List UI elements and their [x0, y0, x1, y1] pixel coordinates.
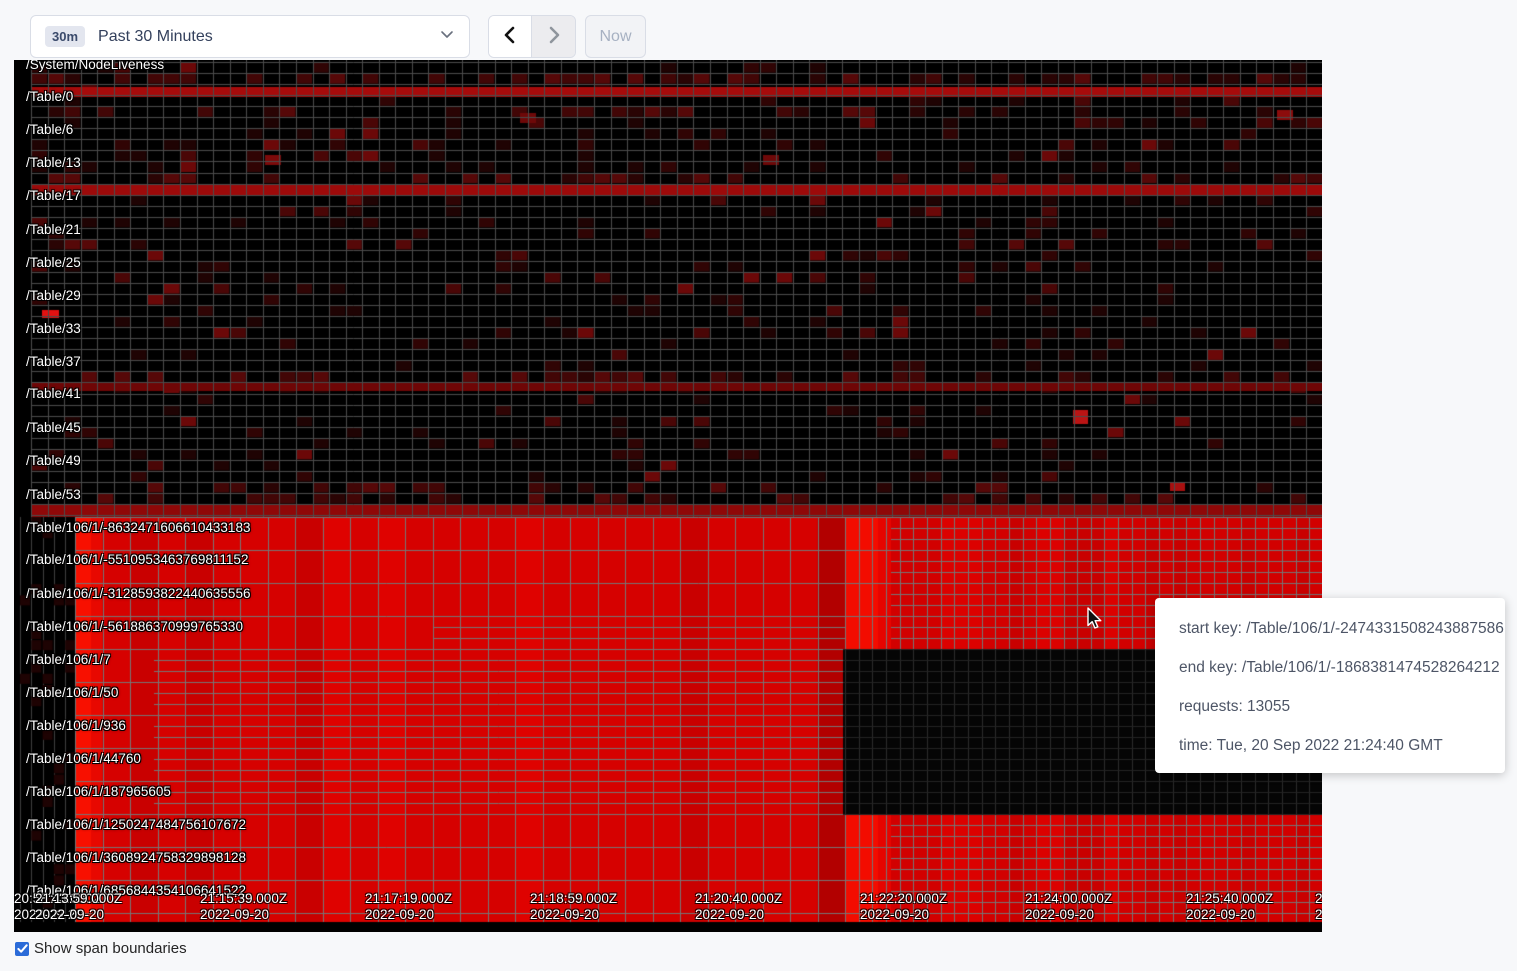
row-label: /Table/106/1/44760 — [26, 751, 141, 766]
row-label: /Table/106/1/-5510953463769811152 — [26, 552, 248, 567]
chevron-right-icon — [545, 25, 563, 48]
tick-time: 21:22:20.000Z — [860, 891, 947, 907]
tick-date: 2022-09-20 — [530, 907, 617, 923]
row-label: /Table/106/1/1250247484756107672 — [26, 817, 246, 832]
hover-tooltip: start key: /Table/106/1/-247433150824388… — [1155, 598, 1505, 773]
row-label: /Table/17 — [26, 188, 81, 203]
time-tick: 21:17:19.000Z2022-09-20 — [365, 891, 452, 923]
row-label: /Table/106/1/7 — [26, 652, 111, 667]
row-label: /Table/106/1/936 — [26, 718, 126, 733]
row-label: /System/NodeLiveness — [26, 60, 164, 72]
chevron-down-icon — [439, 26, 455, 47]
row-label: /Table/106/1/-561886370999765330 — [26, 619, 243, 634]
row-label: /Table/33 — [26, 321, 81, 336]
tick-date: 2022-09-20 — [1186, 907, 1273, 923]
tooltip-start-key: start key: /Table/106/1/-247433150824388… — [1179, 620, 1505, 638]
row-label: /Table/25 — [26, 255, 81, 270]
chevron-left-icon — [501, 25, 519, 48]
row-label: /Table/106/1/3608924758329898128 — [26, 850, 246, 865]
tick-time: 21:27:20.000Z — [1315, 891, 1322, 907]
row-label: /Table/0 — [26, 89, 73, 104]
time-tick: 21:20:40.000Z2022-09-20 — [695, 891, 782, 923]
show-span-boundaries[interactable]: Show span boundaries — [15, 940, 187, 957]
check-icon — [17, 943, 28, 954]
time-range-badge: 30m — [45, 26, 85, 47]
tick-date: 2022-09-20 — [1025, 907, 1112, 923]
tick-time: 21:13:59.000Z — [35, 891, 122, 907]
now-button[interactable]: Now — [585, 15, 646, 58]
row-label: /Table/13 — [26, 155, 81, 170]
time-tick: 21:18:59.000Z2022-09-20 — [530, 891, 617, 923]
tooltip-end-key: end key: /Table/106/1/-18683814745282642… — [1179, 659, 1505, 677]
tick-date: 2022-09-20 — [860, 907, 947, 923]
tick-date: 2022-09-20 — [35, 907, 122, 923]
show-span-boundaries-label: Show span boundaries — [34, 940, 187, 957]
row-label: /Table/106/1/-8632471606610433183 — [26, 520, 250, 535]
row-label: /Table/45 — [26, 420, 81, 435]
row-label: /Table/29 — [26, 288, 81, 303]
show-span-boundaries-checkbox[interactable] — [15, 942, 29, 956]
row-label: /Table/106/1/-3128593822440635556 — [26, 586, 250, 601]
tick-time: 21:17:19.000Z — [365, 891, 452, 907]
tick-date: 2022-09-20 — [1315, 907, 1322, 923]
time-tick: 21:25:40.000Z2022-09-20 — [1186, 891, 1273, 923]
tick-date: 2022-09-20 — [200, 907, 287, 923]
row-label: /Table/37 — [26, 354, 81, 369]
tick-date: 2022-09-20 — [695, 907, 782, 923]
row-label: /Table/49 — [26, 453, 81, 468]
time-range-label: Past 30 Minutes — [98, 28, 213, 46]
tick-time: 21:25:40.000Z — [1186, 891, 1273, 907]
key-visualizer: /System/NodeLiveness/Table/0/Table/6/Tab… — [14, 60, 1322, 932]
tooltip-time: time: Tue, 20 Sep 2022 21:24:40 GMT — [1179, 737, 1505, 755]
row-label: /Table/6 — [26, 122, 73, 137]
tooltip-requests: requests: 13055 — [1179, 698, 1505, 716]
key-visualizer-canvas[interactable] — [14, 60, 1322, 932]
time-tick: 21:22:20.000Z2022-09-20 — [860, 891, 947, 923]
prev-time-button[interactable] — [489, 16, 532, 57]
time-tick: 21:24:00.000Z2022-09-20 — [1025, 891, 1112, 923]
row-label: /Table/53 — [26, 487, 81, 502]
time-nav-group — [488, 15, 576, 58]
row-label: /Table/106/1/50 — [26, 685, 118, 700]
tick-time: 21:24:00.000Z — [1025, 891, 1112, 907]
tick-time: 21:18:59.000Z — [530, 891, 617, 907]
row-label: /Table/41 — [26, 386, 81, 401]
time-tick: 21:27:20.000Z2022-09-20 — [1315, 891, 1322, 923]
row-label: /Table/106/1/187965605 — [26, 784, 171, 799]
row-label: /Table/21 — [26, 222, 81, 237]
tick-date: 2022-09-20 — [365, 907, 452, 923]
next-time-button[interactable] — [532, 16, 575, 57]
tick-time: 21:20:40.000Z — [695, 891, 782, 907]
time-tick: 21:13:59.000Z2022-09-20 — [35, 891, 122, 923]
tick-time: 21:15:39.000Z — [200, 891, 287, 907]
time-range-select[interactable]: 30m Past 30 Minutes — [30, 15, 470, 58]
key-visualizer-page: 30m Past 30 Minutes Now /System/NodeLive… — [0, 0, 1517, 971]
time-tick: 21:15:39.000Z2022-09-20 — [200, 891, 287, 923]
